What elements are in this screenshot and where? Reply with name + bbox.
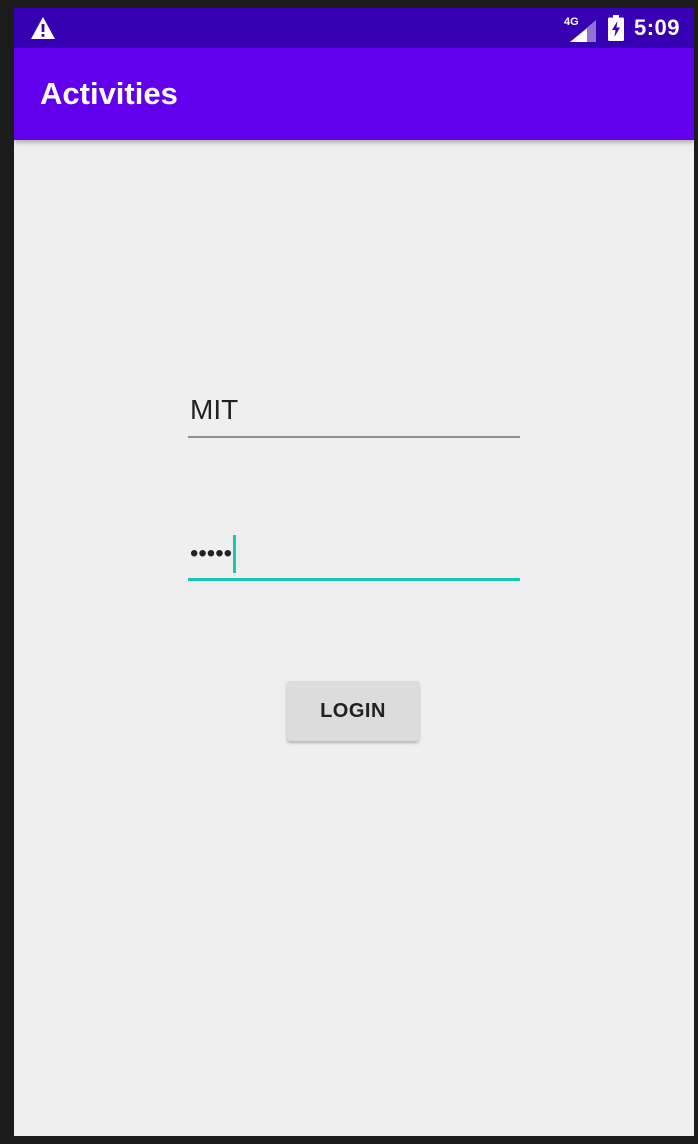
signal-indicator: 4G [564, 14, 598, 42]
device-frame: 4G 5:09 Activities MIT ••••• LOGIN [0, 0, 698, 1144]
warning-icon [31, 17, 55, 39]
signal-icon [569, 20, 596, 42]
password-content: ••••• [190, 535, 237, 573]
username-field[interactable]: MIT [188, 388, 520, 438]
password-value: ••••• [190, 540, 233, 567]
text-cursor [233, 535, 237, 573]
username-value: MIT [190, 394, 239, 425]
battery-charging-icon [607, 15, 624, 41]
status-time: 5:09 [633, 15, 680, 40]
login-button[interactable]: LOGIN [287, 681, 419, 741]
app-bar: Activities [14, 48, 694, 140]
status-icons: 4G 5:09 [564, 8, 680, 48]
status-bar: 4G 5:09 [14, 8, 694, 48]
app-title: Activities [40, 76, 178, 111]
password-field[interactable]: ••••• [188, 530, 520, 581]
app-screen: 4G 5:09 Activities MIT ••••• LOGIN [14, 8, 694, 1136]
